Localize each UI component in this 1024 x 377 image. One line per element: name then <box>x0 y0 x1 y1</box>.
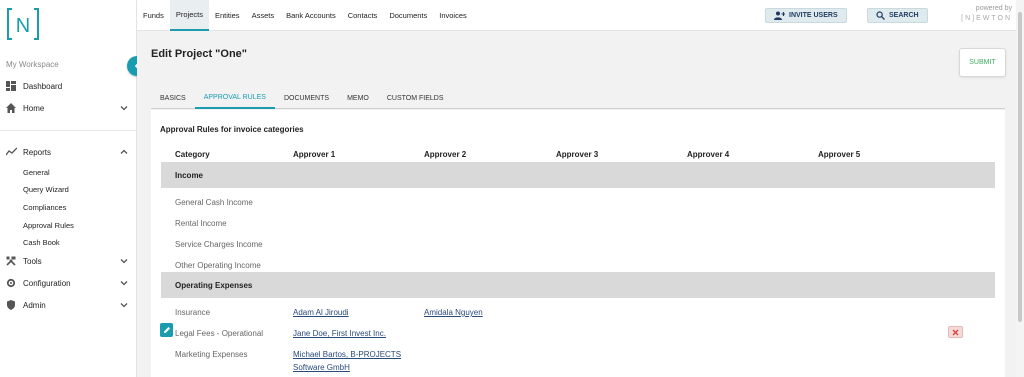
approver-link[interactable]: Adam Al Jiroudi <box>293 306 349 319</box>
scrollbar-thumb[interactable] <box>1018 12 1022 322</box>
sidebar-item-dashboard[interactable]: Dashboard <box>0 77 137 95</box>
tab-memo[interactable]: MEMO <box>338 88 378 109</box>
edit-row-button[interactable] <box>160 323 173 337</box>
dashboard-icon <box>5 80 17 92</box>
chevron-down-icon[interactable] <box>119 103 129 113</box>
sidebar-item-label: Home <box>23 103 45 113</box>
newton-brand: [N]EWTON <box>961 15 1012 22</box>
workspace-label: My Workspace <box>6 60 59 69</box>
category-label: Legal Fees - Operational <box>175 329 264 338</box>
top-nav-bank-accounts[interactable]: Bank Accounts <box>280 0 342 31</box>
pencil-icon <box>163 326 171 334</box>
add-user-icon <box>774 11 785 20</box>
close-icon <box>952 329 959 336</box>
main-content: Edit Project "One" SUBMIT BASICS APPROVA… <box>137 31 1024 377</box>
chevron-down-icon[interactable] <box>119 278 129 288</box>
tools-icon <box>5 255 17 267</box>
top-nav-projects[interactable]: Projects <box>169 0 209 31</box>
tab-custom-fields[interactable]: CUSTOM FIELDS <box>378 88 453 109</box>
approver-link[interactable]: Amidala Nguyen <box>424 306 483 319</box>
sidebar: N My Workspace Dashboard Home Reports Ge… <box>0 0 137 377</box>
sidebar-item-label: Dashboard <box>23 81 63 91</box>
invite-users-button[interactable]: INVITE USERS <box>765 8 847 23</box>
invite-users-label: INVITE USERS <box>789 12 838 19</box>
page-scrollbar[interactable] <box>1016 0 1024 377</box>
column-header-approver-4: Approver 4 <box>687 150 730 159</box>
sidebar-item-reports[interactable]: Reports <box>0 143 137 161</box>
powered-by: powered by [N]EWTON <box>961 5 1012 22</box>
section-header-income: Income <box>161 162 995 188</box>
tab-bar: BASICS APPROVAL RULES DOCUMENTS MEMO CUS… <box>151 88 1005 109</box>
sidebar-item-home[interactable]: Home <box>0 99 137 117</box>
sidebar-item-tools[interactable]: Tools <box>0 252 137 270</box>
approver-link[interactable]: Jane Doe, First Invest Inc. <box>293 327 386 340</box>
home-icon <box>5 102 17 114</box>
sidebar-divider <box>0 130 137 131</box>
column-header-approver-2: Approver 2 <box>424 150 467 159</box>
sidebar-item-admin[interactable]: Admin <box>0 296 137 314</box>
category-label: General Cash Income <box>175 198 253 207</box>
top-nav-assets[interactable]: Assets <box>246 0 281 31</box>
tab-documents[interactable]: DOCUMENTS <box>275 88 338 109</box>
top-nav-documents[interactable]: Documents <box>383 0 433 31</box>
search-label: SEARCH <box>889 12 919 19</box>
column-header-approver-5: Approver 5 <box>818 150 861 159</box>
top-bar: Funds Projects Entities Assets Bank Acco… <box>137 0 1024 31</box>
sidebar-subitem-general[interactable]: General <box>23 168 50 177</box>
category-label: Insurance <box>175 308 211 317</box>
category-label: Service Charges Income <box>175 240 263 249</box>
column-header-category: Category <box>175 150 210 159</box>
submit-button[interactable]: SUBMIT <box>959 48 1006 77</box>
top-nav-contacts[interactable]: Contacts <box>342 0 384 31</box>
category-label: Rental Income <box>175 219 227 228</box>
sidebar-item-label: Configuration <box>23 278 71 288</box>
category-label: Marketing Expenses <box>175 350 248 359</box>
top-nav: Funds Projects Entities Assets Bank Acco… <box>137 0 473 31</box>
top-nav-funds[interactable]: Funds <box>137 0 170 31</box>
sidebar-item-label: Tools <box>23 256 42 266</box>
column-header-approver-1: Approver 1 <box>293 150 336 159</box>
approval-rules-panel: Approval Rules for invoice categories Ca… <box>151 110 1005 377</box>
tab-approval-rules[interactable]: APPROVAL RULES <box>194 88 275 109</box>
chevron-up-icon[interactable] <box>119 147 129 157</box>
sidebar-item-label: Reports <box>23 147 52 157</box>
search-icon <box>876 11 885 20</box>
sidebar-item-configuration[interactable]: Configuration <box>0 274 137 292</box>
delete-row-button[interactable] <box>948 326 963 338</box>
approval-rules-heading: Approval Rules for invoice categories <box>160 125 304 134</box>
sidebar-subitem-approval-rules[interactable]: Approval Rules <box>23 221 74 230</box>
svg-text:N: N <box>16 15 30 37</box>
gear-icon <box>5 277 17 289</box>
reports-icon <box>5 146 17 158</box>
section-header-operating-expenses: Operating Expenses <box>161 272 995 298</box>
shield-icon <box>5 299 17 311</box>
top-nav-entities[interactable]: Entities <box>209 0 246 31</box>
chevron-down-icon[interactable] <box>119 256 129 266</box>
sidebar-subitem-cash-book[interactable]: Cash Book <box>23 238 60 247</box>
sidebar-subitem-compliances[interactable]: Compliances <box>23 203 66 212</box>
sidebar-item-label: Admin <box>23 300 46 310</box>
top-nav-invoices[interactable]: Invoices <box>433 0 473 31</box>
newton-logo[interactable]: N <box>6 7 40 41</box>
category-label: Other Operating Income <box>175 261 261 270</box>
tab-basics[interactable]: BASICS <box>151 88 195 109</box>
page-title: Edit Project "One" <box>151 48 248 60</box>
sidebar-subitem-query-wizard[interactable]: Query Wizard <box>23 185 69 194</box>
powered-by-label: powered by <box>975 5 1012 12</box>
chevron-down-icon[interactable] <box>119 300 129 310</box>
search-button[interactable]: SEARCH <box>867 8 928 23</box>
approver-link[interactable]: Michael Bartos, B-PROJECTS Software GmbH <box>293 348 413 374</box>
column-header-approver-3: Approver 3 <box>556 150 599 159</box>
